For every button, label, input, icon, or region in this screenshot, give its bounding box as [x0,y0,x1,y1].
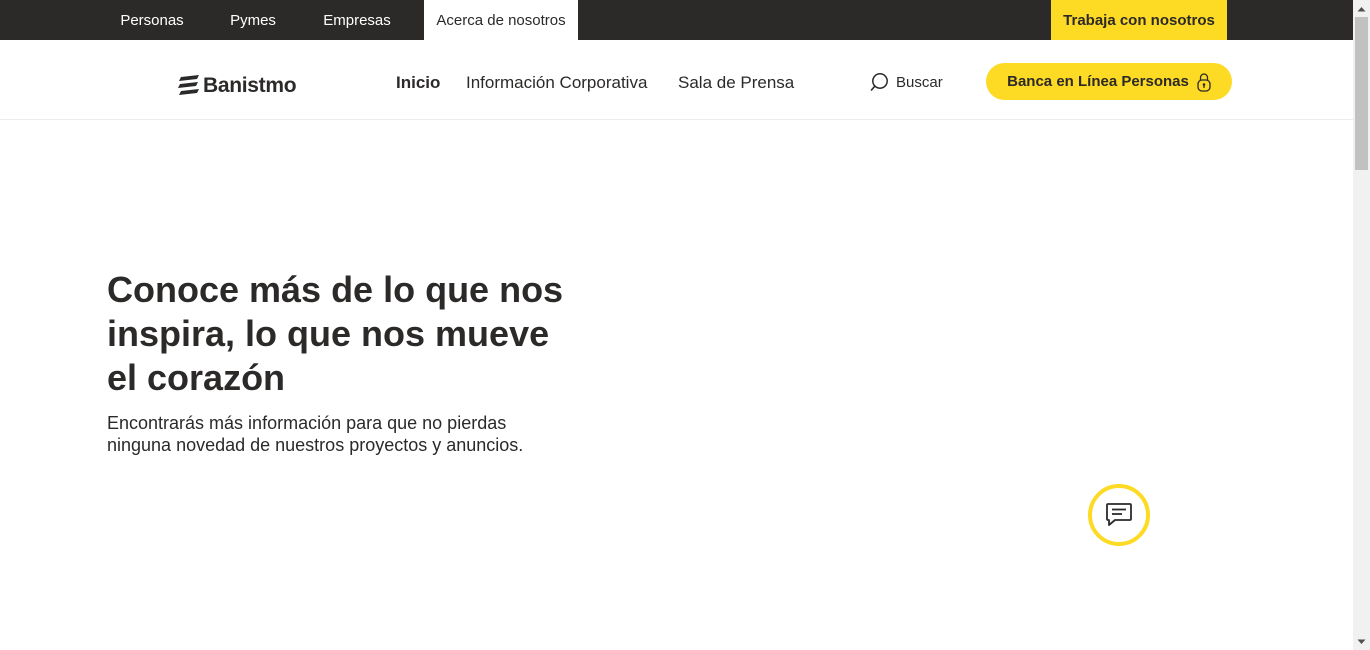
main-header: Banistmo Inicio Información Corporativa … [0,40,1353,120]
lock-icon [1197,72,1211,92]
tab-pymes[interactable]: Pymes [213,0,293,40]
search-icon [870,73,888,91]
hero-title-line: el corazón [107,357,286,398]
tab-personas[interactable]: Personas [107,0,197,40]
hero-title: Conoce más de lo que nos inspira, lo que… [107,268,587,400]
online-banking-button[interactable]: Banca en Línea Personas [986,63,1232,100]
search-button[interactable]: Buscar [870,72,943,92]
page: Personas Pymes Empresas Acerca de nosotr… [0,0,1370,650]
hero-title-line: inspira, lo que nos mueve [107,313,550,354]
logo-text: Banistmo [203,73,297,97]
logo[interactable]: Banistmo [178,72,297,98]
nav-informacion-corporativa[interactable]: Información Corporativa [466,74,647,91]
nav-sala-de-prensa[interactable]: Sala de Prensa [678,74,794,91]
tab-empresas[interactable]: Empresas [309,0,405,40]
chat-icon [1106,503,1132,526]
hero-subtitle-line: Encontrarás más información para que no … [107,413,507,433]
scroll-up-arrow-icon[interactable] [1353,0,1370,17]
scroll-down-arrow-icon[interactable] [1353,633,1370,650]
search-label: Buscar [896,73,943,91]
scrollbar-thumb[interactable] [1355,17,1368,170]
nav-inicio[interactable]: Inicio [396,74,440,91]
work-with-us-button[interactable]: Trabaja con nosotros [1051,0,1227,40]
vertical-scrollbar[interactable] [1353,0,1370,650]
tab-acerca-de-nosotros[interactable]: Acerca de nosotros [424,0,578,40]
chat-button[interactable] [1088,484,1150,546]
banistmo-logo-icon [178,75,199,95]
segment-topbar: Personas Pymes Empresas Acerca de nosotr… [0,0,1353,40]
hero-subtitle-line: ninguna novedad de nuestros proyectos y … [107,435,524,455]
hero-subtitle: Encontrarás más información para que no … [107,412,587,456]
hero-title-line: Conoce más de lo que nos [107,269,564,310]
online-banking-label: Banca en Línea Personas [1007,73,1189,90]
